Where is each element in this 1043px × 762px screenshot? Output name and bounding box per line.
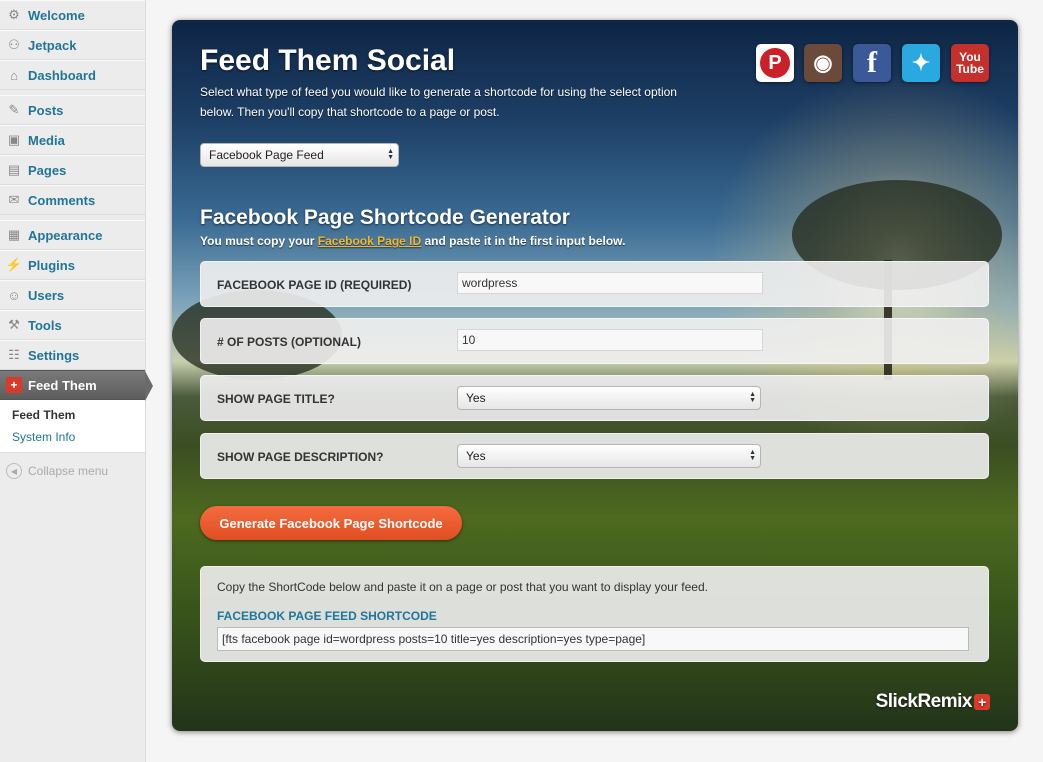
field-row-page-id: FACEBOOK PAGE ID (REQUIRED) [200, 261, 989, 307]
menu-item-posts[interactable]: ✎ Posts [0, 95, 145, 125]
copy-instructions: Copy the ShortCode below and paste it on… [217, 580, 708, 594]
menu-item-appearance[interactable]: ▦ Appearance [0, 220, 145, 250]
menu-item-users[interactable]: ☺ Users [0, 280, 145, 310]
feed-type-select[interactable]: Facebook Page Feed ▲ ▼ [200, 143, 399, 167]
facebook-page-id-link[interactable]: Facebook Page ID [318, 234, 421, 248]
plugin-icon: ⚡ [5, 257, 23, 272]
comment-icon: ✉ [8, 192, 20, 207]
menu-item-label: Appearance [28, 227, 103, 243]
menu-item-dashboard[interactable]: ⌂ Dashboard [0, 60, 145, 90]
feed-type-value: Facebook Page Feed [209, 148, 324, 162]
menu-item-label: Tools [28, 317, 62, 333]
posts-count-label: # OF POSTS (OPTIONAL) [217, 335, 362, 349]
collapse-arrow-icon: ◀ [6, 463, 22, 479]
show-description-select[interactable]: Yes ▲ ▼ [457, 444, 761, 468]
select-arrows-icon: ▲ ▼ [749, 449, 756, 462]
page-title: Feed Them Social [200, 44, 456, 77]
menu-item-label: Jetpack [28, 37, 77, 53]
shortcode-field[interactable]: [fts facebook page id=wordpress posts=10… [217, 627, 969, 651]
youtube-icon[interactable]: You Tube [951, 44, 989, 82]
collapse-menu-label: Collapse menu [28, 464, 109, 478]
menu-item-label: Plugins [28, 257, 75, 273]
pages-icon: ▤ [7, 162, 21, 177]
facebook-icon[interactable]: f [853, 44, 891, 82]
posts-count-input[interactable] [457, 329, 763, 351]
settings-icon: ☷ [8, 347, 20, 362]
jetpack-icon: ⚇ [8, 37, 20, 52]
appearance-icon: ▦ [7, 227, 21, 242]
menu-item-welcome[interactable]: ⚙ Welcome [0, 0, 145, 30]
menu-item-label: Pages [28, 162, 67, 178]
field-row-show-title: SHOW PAGE TITLE? Yes ▲ ▼ [200, 375, 989, 421]
brand-name: SlickRemix [875, 691, 973, 712]
menu-item-settings[interactable]: ☷ Settings [0, 340, 145, 370]
field-row-show-description: SHOW PAGE DESCRIPTION? Yes ▲ ▼ [200, 433, 989, 479]
menu-item-label: Comments [28, 192, 96, 208]
menu-item-label: Settings [28, 347, 80, 363]
show-title-select[interactable]: Yes ▲ ▼ [457, 386, 761, 410]
plus-icon: + [974, 694, 990, 710]
show-description-label: SHOW PAGE DESCRIPTION? [217, 450, 384, 464]
users-icon: ☺ [7, 287, 21, 303]
feed-them-submenu: Feed Them System Info [0, 400, 145, 453]
intro-text: Select what type of feed you would like … [200, 85, 677, 119]
generator-instructions: You must copy your Facebook Page ID and … [200, 234, 626, 248]
pinterest-icon[interactable]: P [756, 44, 794, 82]
home-icon: ⌂ [10, 67, 18, 83]
show-title-value: Yes [466, 391, 486, 405]
menu-item-feed-them[interactable]: + Feed Them [0, 370, 153, 401]
pin-icon: ✎ [8, 102, 20, 117]
slickremix-logo: SlickRemix + [876, 691, 990, 713]
menu-item-media[interactable]: ▣ Media [0, 125, 145, 155]
menu-item-label: Posts [28, 102, 64, 118]
instagram-icon[interactable]: ◉ [804, 44, 842, 82]
tools-icon: ⚒ [8, 317, 20, 332]
feed-them-panel: Feed Them Social Select what type of fee… [172, 20, 1018, 731]
page-id-input[interactable] [457, 272, 763, 294]
menu-item-label: Welcome [28, 7, 85, 23]
menu-item-jetpack[interactable]: ⚇ Jetpack [0, 30, 145, 60]
generator-title: Facebook Page Shortcode Generator [200, 206, 570, 229]
shortcode-output-box: Copy the ShortCode below and paste it on… [200, 566, 989, 662]
shortcode-label: FACEBOOK PAGE FEED SHORTCODE [217, 609, 437, 623]
admin-sidebar: ⚙ Welcome ⚇ Jetpack ⌂ Dashboard ✎ Posts … [0, 0, 153, 762]
show-title-label: SHOW PAGE TITLE? [217, 392, 335, 406]
menu-item-comments[interactable]: ✉ Comments [0, 185, 145, 215]
select-arrows-icon: ▲ ▼ [387, 148, 394, 161]
submenu-item-feed-them[interactable]: Feed Them [12, 404, 145, 426]
twitter-icon[interactable]: ✦ [902, 44, 940, 82]
submenu-item-system-info[interactable]: System Info [12, 426, 145, 448]
page-id-label: FACEBOOK PAGE ID (REQUIRED) [217, 278, 412, 292]
menu-item-pages[interactable]: ▤ Pages [0, 155, 145, 185]
select-arrows-icon: ▲ ▼ [749, 391, 756, 404]
menu-item-label: Feed Them [28, 377, 97, 393]
menu-item-plugins[interactable]: ⚡ Plugins [0, 250, 145, 280]
generate-shortcode-button[interactable]: Generate Facebook Page Shortcode [200, 506, 462, 540]
menu-item-label: Dashboard [28, 67, 96, 83]
field-row-posts: # OF POSTS (OPTIONAL) [200, 318, 989, 364]
collapse-menu-button[interactable]: ◀ Collapse menu [0, 453, 145, 489]
plus-icon: + [6, 377, 22, 393]
gear-icon: ⚙ [8, 7, 20, 22]
menu-item-label: Users [28, 287, 65, 303]
menu-item-label: Media [28, 132, 65, 148]
menu-item-tools[interactable]: ⚒ Tools [0, 310, 145, 340]
show-description-value: Yes [466, 449, 486, 463]
media-icon: ▣ [7, 132, 21, 147]
